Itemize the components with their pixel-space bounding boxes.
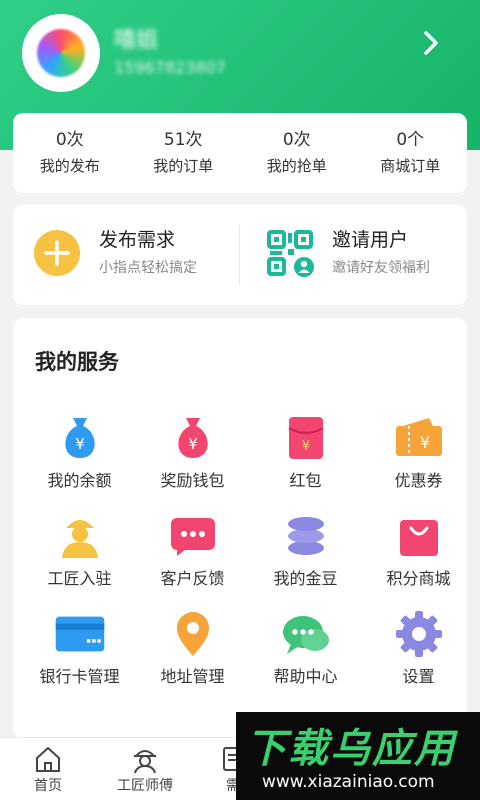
user-phone: 15967823807: [114, 58, 226, 77]
coin-stack-icon: [280, 512, 332, 560]
avatar-image: [37, 29, 85, 77]
stat-count: 0次: [55, 130, 84, 150]
svg-text:¥: ¥: [188, 435, 198, 453]
worker-helmet-icon: [130, 744, 160, 774]
service-label: 红包: [289, 471, 322, 490]
user-name: 嘻姐: [114, 28, 159, 53]
stat-count: 0个: [396, 130, 425, 150]
service-feedback[interactable]: 客户反馈: [136, 512, 249, 590]
actions-card: 发布需求 小指点轻松搞定 邀请用户 邀请好友领福利: [13, 205, 467, 305]
svg-text:¥: ¥: [419, 433, 429, 452]
watermark-logo-text: 下载乌应用: [246, 726, 456, 772]
invite-title: 邀请用户: [332, 229, 409, 251]
publish-subtitle: 小指点轻松搞定: [99, 260, 197, 276]
service-address[interactable]: 地址管理: [136, 610, 249, 688]
service-points-mall[interactable]: 积分商城: [362, 512, 475, 590]
service-label: 优惠券: [394, 471, 443, 490]
service-label: 银行卡管理: [39, 667, 120, 686]
service-coupon[interactable]: ¥ 优惠券: [362, 414, 475, 492]
service-help-center[interactable]: 帮助中心: [249, 610, 362, 688]
watermark: 下载乌应用 www.xiazainiao.com: [236, 712, 480, 800]
stat-label: 我的抢单: [266, 157, 327, 175]
publish-title: 发布需求: [99, 229, 176, 251]
tab-home[interactable]: 首页: [3, 738, 93, 800]
service-label: 地址管理: [160, 667, 225, 686]
svg-text:¥: ¥: [75, 435, 85, 453]
location-pin-icon: [167, 610, 219, 658]
stat-count: 51次: [163, 130, 203, 150]
home-icon: [33, 744, 63, 774]
stat-my-posts[interactable]: 0次 我的发布: [13, 113, 127, 193]
service-label: 设置: [402, 667, 435, 686]
service-label: 客户反馈: [160, 569, 225, 588]
tab-label: 工匠师傅: [117, 778, 173, 794]
qr-code-icon: [266, 229, 314, 277]
chevron-right-icon[interactable]: [416, 28, 446, 58]
watermark-url: www.xiazainiao.com: [262, 772, 435, 792]
avatar[interactable]: [22, 14, 100, 92]
stat-mall-orders[interactable]: 0个 商城订单: [354, 113, 468, 193]
service-label: 我的金豆: [273, 569, 338, 588]
reward-bag-icon: ¥: [167, 414, 219, 462]
stat-my-grabs[interactable]: 0次 我的抢单: [240, 113, 354, 193]
stat-my-orders[interactable]: 51次 我的订单: [127, 113, 241, 193]
tab-label: 首页: [34, 778, 62, 794]
service-red-envelope[interactable]: ¥ 红包: [249, 414, 362, 492]
chat-bubble-icon: [167, 512, 219, 560]
service-worker-join[interactable]: 工匠入驻: [23, 512, 136, 590]
services-title: 我的服务: [35, 350, 119, 374]
service-settings[interactable]: 设置: [362, 610, 475, 688]
worker-icon: [54, 512, 106, 560]
service-bank-card[interactable]: 银行卡管理: [23, 610, 136, 688]
service-label: 工匠入驻: [47, 569, 112, 588]
shopping-bag-icon: [393, 512, 445, 560]
service-gold-beans[interactable]: 我的金豆: [249, 512, 362, 590]
tab-craftsmen[interactable]: 工匠师傅: [100, 738, 190, 800]
publish-request-button[interactable]: 发布需求 小指点轻松搞定: [33, 227, 197, 279]
service-reward-wallet[interactable]: ¥ 奖励钱包: [136, 414, 249, 492]
invite-subtitle: 邀请好友领福利: [332, 260, 430, 276]
services-card: 我的服务 ¥ 我的余额 ¥ 奖励钱包 ¥ 红包 ¥ 优惠券 工匠入驻 客户反馈 …: [13, 318, 467, 738]
service-label: 我的余额: [47, 471, 112, 490]
red-envelope-icon: ¥: [280, 414, 332, 462]
service-balance[interactable]: ¥ 我的余额: [23, 414, 136, 492]
stat-label: 我的发布: [39, 157, 100, 175]
service-label: 积分商城: [386, 569, 451, 588]
stat-label: 我的订单: [153, 157, 214, 175]
svg-text:¥: ¥: [301, 439, 309, 454]
help-chat-icon: [280, 610, 332, 658]
money-bag-icon: ¥: [54, 414, 106, 462]
service-label: 奖励钱包: [160, 471, 225, 490]
stats-card: 0次 我的发布 51次 我的订单 0次 我的抢单 0个 商城订单: [13, 113, 467, 193]
service-label: 帮助中心: [273, 667, 338, 686]
plus-circle-icon: [33, 229, 81, 277]
invite-users-button[interactable]: 邀请用户 邀请好友领福利: [266, 227, 430, 279]
coupon-icon: ¥: [393, 414, 445, 462]
stat-count: 0次: [282, 130, 311, 150]
stat-label: 商城订单: [380, 157, 441, 175]
bank-card-icon: [54, 610, 106, 658]
divider: [239, 225, 240, 285]
gear-icon: [393, 610, 445, 658]
